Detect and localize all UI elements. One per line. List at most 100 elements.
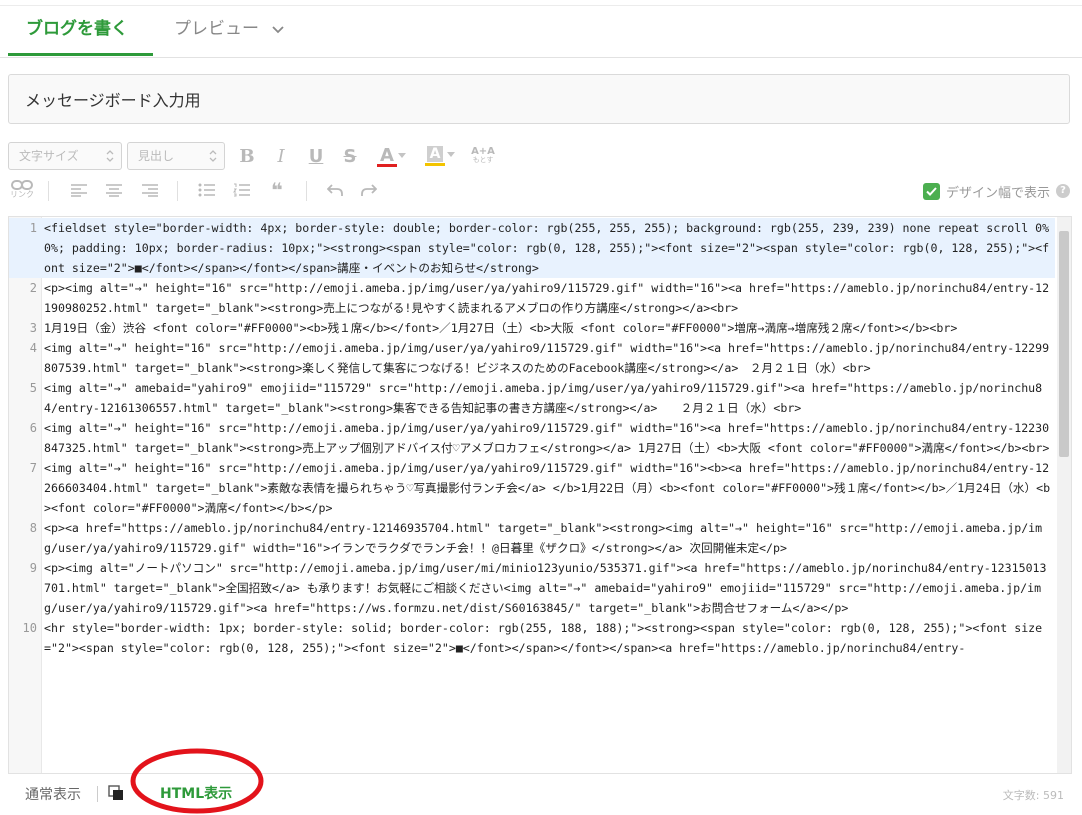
active-tab-indicator bbox=[8, 53, 153, 56]
blockquote-button[interactable]: ❝ bbox=[264, 177, 290, 203]
font-size-select-label: 文字サイズ bbox=[19, 149, 79, 163]
code-line[interactable]: 3 1月19日（金）渋谷 <font color="#FF0000"><b>残１席… bbox=[9, 318, 1055, 338]
code-text[interactable]: <img alt="→" height="16" src="http://emo… bbox=[41, 338, 1055, 378]
align-right-icon bbox=[142, 184, 158, 197]
code-line[interactable]: 10 <hr style="border-width: 1px; border-s… bbox=[9, 618, 1055, 658]
background-color-icon: A bbox=[426, 146, 456, 162]
code-text[interactable]: <img alt="→" height="16" src="http://emo… bbox=[41, 418, 1055, 458]
heading-select[interactable]: 見出し bbox=[127, 142, 225, 170]
format-toolbar-row-2: リンク ❝ デザイン幅で表示 ? bbox=[0, 175, 1082, 207]
code-line[interactable]: 1 <fieldset style="border-width: 4px; bor… bbox=[9, 218, 1055, 278]
font-color-button[interactable]: A bbox=[374, 143, 412, 169]
heading-select-label: 見出し bbox=[138, 149, 175, 163]
redo-button[interactable] bbox=[356, 177, 382, 203]
tab-preview[interactable]: プレビュー bbox=[174, 14, 285, 44]
code-text[interactable]: <img alt="→" height="16" src="http://emo… bbox=[41, 458, 1055, 518]
design-width-label: デザイン幅で表示 bbox=[945, 185, 1050, 201]
line-number: 1 bbox=[29, 221, 37, 235]
line-number: 6 bbox=[29, 421, 37, 435]
code-text[interactable]: 1月19日（金）渋谷 <font color="#FF0000"><b>残１席<… bbox=[41, 318, 1055, 338]
code-text[interactable]: <p><a href="https://ameblo.jp/norinchu84… bbox=[41, 518, 1055, 558]
align-center-icon bbox=[106, 184, 122, 197]
tab-write-blog-label: ブログを書く bbox=[26, 19, 128, 39]
code-text[interactable]: <p><img alt="→" height="16" src="http://… bbox=[41, 278, 1055, 318]
background-color-button[interactable]: A bbox=[421, 143, 461, 169]
bold-icon: B bbox=[239, 145, 255, 167]
strikethrough-button[interactable]: S bbox=[337, 143, 363, 169]
insert-link-button[interactable]: リンク bbox=[8, 177, 36, 203]
link-label: リンク bbox=[10, 190, 34, 199]
bullet-list-button[interactable] bbox=[194, 177, 220, 203]
editor-mode-bar: 通常表示 HTML表示 文字数: 591 bbox=[0, 774, 1082, 813]
design-width-toggle[interactable]: デザイン幅で表示 ? bbox=[922, 179, 1070, 203]
font-scale-sub-label: もとす bbox=[472, 156, 494, 164]
code-line[interactable]: 9 <p><img alt="ノートパソコン" src="http://emoji… bbox=[9, 558, 1055, 618]
code-text[interactable]: <img alt="→" amebaid="yahiro9" emojiid="… bbox=[41, 378, 1055, 418]
toolbar-divider bbox=[306, 181, 307, 201]
line-number: 7 bbox=[29, 461, 37, 475]
strikethrough-icon: S bbox=[343, 145, 357, 167]
code-line[interactable]: 7 <img alt="→" height="16" src="http://em… bbox=[9, 458, 1055, 518]
undo-button[interactable] bbox=[322, 177, 348, 203]
code-text[interactable]: <fieldset style="border-width: 4px; bord… bbox=[41, 218, 1055, 278]
bullet-list-icon bbox=[198, 183, 215, 197]
line-number: 9 bbox=[29, 561, 37, 575]
top-divider bbox=[0, 5, 1082, 6]
font-color-glyph: A bbox=[380, 145, 394, 166]
code-lines[interactable]: 1 <fieldset style="border-width: 4px; bor… bbox=[9, 218, 1055, 658]
checkbox-checked-icon[interactable] bbox=[922, 182, 940, 200]
code-line[interactable]: 5 <img alt="→" amebaid="yahiro9" emojiid=… bbox=[9, 378, 1055, 418]
line-number: 5 bbox=[29, 381, 37, 395]
bold-button[interactable]: B bbox=[234, 143, 260, 169]
underline-button[interactable]: U bbox=[303, 143, 329, 169]
help-icon[interactable]: ? bbox=[1056, 184, 1070, 198]
background-color-swatch bbox=[425, 163, 445, 166]
align-left-button[interactable] bbox=[66, 177, 92, 203]
font-scale-icon: A+A bbox=[471, 146, 495, 157]
blog-title-input[interactable] bbox=[8, 74, 1070, 124]
background-color-glyph: A bbox=[426, 146, 444, 162]
line-number: 3 bbox=[29, 321, 37, 335]
editor-tab-bar: ブログを書く プレビュー bbox=[0, 0, 1082, 58]
code-text[interactable]: <hr style="border-width: 1px; border-sty… bbox=[41, 618, 1055, 658]
code-line[interactable]: 6 <img alt="→" height="16" src="http://em… bbox=[9, 418, 1055, 458]
normal-view-button[interactable]: 通常表示 bbox=[25, 784, 81, 804]
numbered-list-icon bbox=[233, 183, 250, 197]
select-arrows-icon bbox=[209, 150, 217, 162]
font-color-icon: A bbox=[380, 145, 406, 166]
toolbar-divider bbox=[48, 181, 49, 201]
undo-icon bbox=[327, 184, 343, 196]
html-code-editor[interactable]: 1 <fieldset style="border-width: 4px; bor… bbox=[8, 216, 1072, 774]
chevron-down-icon bbox=[272, 14, 285, 44]
select-arrows-icon bbox=[106, 150, 114, 162]
editor-scrollbar[interactable] bbox=[1057, 217, 1071, 773]
redo-icon bbox=[361, 184, 377, 196]
tab-preview-label: プレビュー bbox=[174, 19, 259, 39]
code-line[interactable]: 4 <img alt="→" height="16" src="http://em… bbox=[9, 338, 1055, 378]
italic-icon: I bbox=[277, 145, 285, 167]
caret-down-icon bbox=[447, 151, 456, 157]
line-number: 8 bbox=[29, 521, 37, 535]
numbered-list-button[interactable] bbox=[229, 177, 255, 203]
line-number: 4 bbox=[29, 341, 37, 355]
underline-icon: U bbox=[308, 145, 324, 167]
editor-scrollbar-thumb[interactable] bbox=[1059, 231, 1069, 457]
layers-icon[interactable] bbox=[108, 785, 124, 801]
line-number: 2 bbox=[29, 281, 37, 295]
format-toolbar-row-1: 文字サイズ 見出し B I U S A A A+A もとす bbox=[0, 141, 1082, 173]
link-icon bbox=[11, 180, 33, 190]
code-line[interactable]: 8 <p><a href="https://ameblo.jp/norinchu8… bbox=[9, 518, 1055, 558]
font-size-select[interactable]: 文字サイズ bbox=[8, 142, 122, 170]
tab-write-blog[interactable]: ブログを書く bbox=[26, 14, 128, 44]
align-center-button[interactable] bbox=[101, 177, 127, 203]
code-text[interactable]: <p><img alt="ノートパソコン" src="http://emoji.… bbox=[41, 558, 1055, 618]
font-color-swatch bbox=[377, 164, 397, 167]
code-line[interactable]: 2 <p><img alt="→" height="16" src="http:/… bbox=[9, 278, 1055, 318]
font-scale-button[interactable]: A+A もとす bbox=[469, 143, 497, 169]
toolbar-divider bbox=[177, 181, 178, 201]
mode-divider bbox=[97, 786, 98, 802]
html-view-button[interactable]: HTML表示 bbox=[160, 783, 232, 803]
align-right-button[interactable] bbox=[137, 177, 163, 203]
italic-button[interactable]: I bbox=[268, 143, 294, 169]
character-count: 文字数: 591 bbox=[1002, 789, 1064, 802]
